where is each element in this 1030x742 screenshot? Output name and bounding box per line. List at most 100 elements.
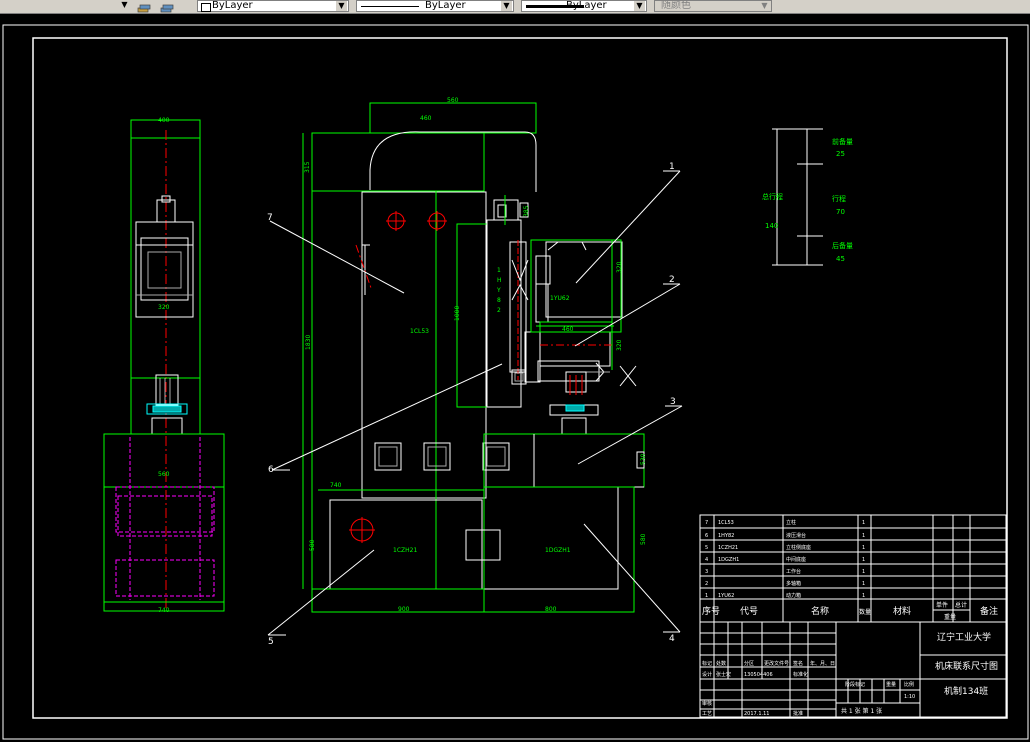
bom-no: 1 <box>705 593 708 599</box>
plotstyle-label: 随颜色 <box>661 0 691 11</box>
scale-value: 1:10 <box>904 694 915 700</box>
dim-320-left: 320 <box>158 304 170 311</box>
total-stroke-label: 总行程 <box>762 192 783 201</box>
linetype-dropdown[interactable]: ByLayer ▼ <box>356 0 514 12</box>
bom-no: 4 <box>705 557 708 563</box>
properties-toolbar: ▼ ByLayer ▼ ByLayer ▼ ByLayer ▼ 随颜色 ▼ <box>0 0 1030 14</box>
bom-no: 3 <box>705 569 708 575</box>
tb-design: 设计 <box>702 671 712 678</box>
label-middle-base: 1DGZH1 <box>545 547 571 554</box>
label-slide-4: 8 <box>497 297 501 304</box>
callout-4: 4 <box>669 634 675 644</box>
tb-zone: 分区 <box>744 660 754 667</box>
label-slide-1: 1 <box>497 267 501 274</box>
tb-change-no: 更改文件号 <box>764 660 789 667</box>
bom-qty: 1 <box>862 545 865 551</box>
weight-label: 重量 <box>886 681 896 688</box>
chevron-down-icon: ▼ <box>759 1 770 11</box>
bom-code: 1CL53 <box>718 520 734 526</box>
tb-count: 处数 <box>716 660 726 667</box>
bom-no: 6 <box>705 533 708 539</box>
linetype-label: ByLayer <box>425 0 466 11</box>
bom-qty: 1 <box>862 520 865 526</box>
chevron-down-icon: ▼ <box>501 1 512 11</box>
bom-header-name: 名称 <box>811 605 829 617</box>
drawing-title: 机床联系尺寸图 <box>935 660 998 672</box>
school-name: 辽宁工业大学 <box>937 631 991 643</box>
dim-530: 530 <box>640 453 647 465</box>
front-allowance-value: 25 <box>836 150 845 158</box>
bom-header-remark: 备注 <box>980 605 998 617</box>
bom-name: 液压滑台 <box>786 532 806 539</box>
tb-approve: 批准 <box>793 710 803 717</box>
dim-740-left: 740 <box>158 607 170 614</box>
bom-name: 工作台 <box>786 568 801 575</box>
tb-mark: 标记 <box>702 660 712 667</box>
dim-1830: 1830 <box>305 335 312 350</box>
dim-460-top: 460 <box>420 115 432 122</box>
dim-385: 385 <box>523 205 530 217</box>
side-view <box>103 119 225 612</box>
dim-900: 900 <box>398 606 410 613</box>
bom-name: 动力箱 <box>786 592 801 599</box>
layer-previous-icon[interactable] <box>137 0 151 13</box>
rear-allowance-label: 后备量 <box>832 241 853 250</box>
side-view-dimensions: 400 320 560 740 <box>158 117 170 614</box>
dim-560-top: 560 <box>447 97 459 104</box>
lineweight-label: ByLayer <box>566 0 607 11</box>
tb-design-date: 130504406 <box>744 672 773 678</box>
callout-numbers: 1 2 3 4 5 6 7 <box>267 162 676 647</box>
bom-code: 1DGZH1 <box>718 557 739 563</box>
stroke-label: 行程 <box>832 194 846 203</box>
bom-header-code: 代号 <box>740 606 758 617</box>
dim-460-cyl: 460 <box>562 326 574 333</box>
bom-header-total: 总计 <box>955 601 967 609</box>
label-slide-3: Y <box>496 287 501 294</box>
layer-dropdown[interactable]: ▼ <box>0 0 132 12</box>
bom-code: 1HY82 <box>718 533 734 539</box>
dim-580-left: 580 <box>309 539 316 551</box>
tb-designer: 张士宏 <box>716 671 731 678</box>
tb-date: 年、月、日 <box>810 660 835 667</box>
label-slide-5: 2 <box>497 307 501 314</box>
lineweight-dropdown[interactable]: ByLayer ▼ <box>521 0 647 12</box>
bom-name: 立柱侧底座 <box>786 544 811 551</box>
tb-standardize: 标准化 <box>793 671 808 678</box>
dim-800: 800 <box>545 606 557 613</box>
bom-no: 2 <box>705 581 708 587</box>
label-side-base: 1CZH21 <box>393 547 417 554</box>
callout-5: 5 <box>268 637 274 647</box>
chevron-down-icon: ▼ <box>336 1 347 11</box>
bom-rows: 7 1CL53 立柱 1 6 1HY82 液压滑台 1 5 1CZH21 立柱侧… <box>705 519 865 599</box>
color-label: ByLayer <box>212 0 253 11</box>
bom-qty: 1 <box>862 581 865 587</box>
plotstyle-dropdown[interactable]: 随颜色 ▼ <box>654 0 772 12</box>
color-dropdown[interactable]: ByLayer ▼ <box>197 0 349 12</box>
layer-states-icon[interactable] <box>160 0 174 13</box>
dim-320-stroke: 320 <box>616 339 623 351</box>
label-column: 1CL53 <box>410 328 429 335</box>
bom-name: 中间底座 <box>786 556 806 563</box>
bom-header-weight: 重量 <box>944 613 956 621</box>
chevron-down-icon: ▼ <box>119 0 130 10</box>
callout-6: 6 <box>268 465 274 475</box>
front-view <box>302 102 645 613</box>
bom-name: 多轴箱 <box>786 580 801 587</box>
dim-315: 315 <box>304 161 311 173</box>
drawing-canvas[interactable]: 400 320 560 740 560 460 315 1830 1000 38… <box>0 13 1030 742</box>
bom-qty: 1 <box>862 569 865 575</box>
bom-no: 5 <box>705 545 708 551</box>
dim-560-left: 560 <box>158 471 170 478</box>
dim-580-right: 580 <box>640 533 647 545</box>
linetype-preview <box>361 6 419 7</box>
dim-1000: 1000 <box>454 306 461 321</box>
stroke-value: 70 <box>836 208 845 216</box>
color-swatch <box>201 3 211 12</box>
total-stroke-value: 140 <box>765 222 778 230</box>
bom-name: 立柱 <box>786 519 796 526</box>
bom-code: 1YU62 <box>718 593 734 599</box>
bom-header-qty: 数量 <box>859 608 871 616</box>
bom-header-no: 序号 <box>702 605 720 617</box>
front-allowance-label: 前备量 <box>832 137 853 146</box>
tb-sign: 签名 <box>793 660 803 667</box>
